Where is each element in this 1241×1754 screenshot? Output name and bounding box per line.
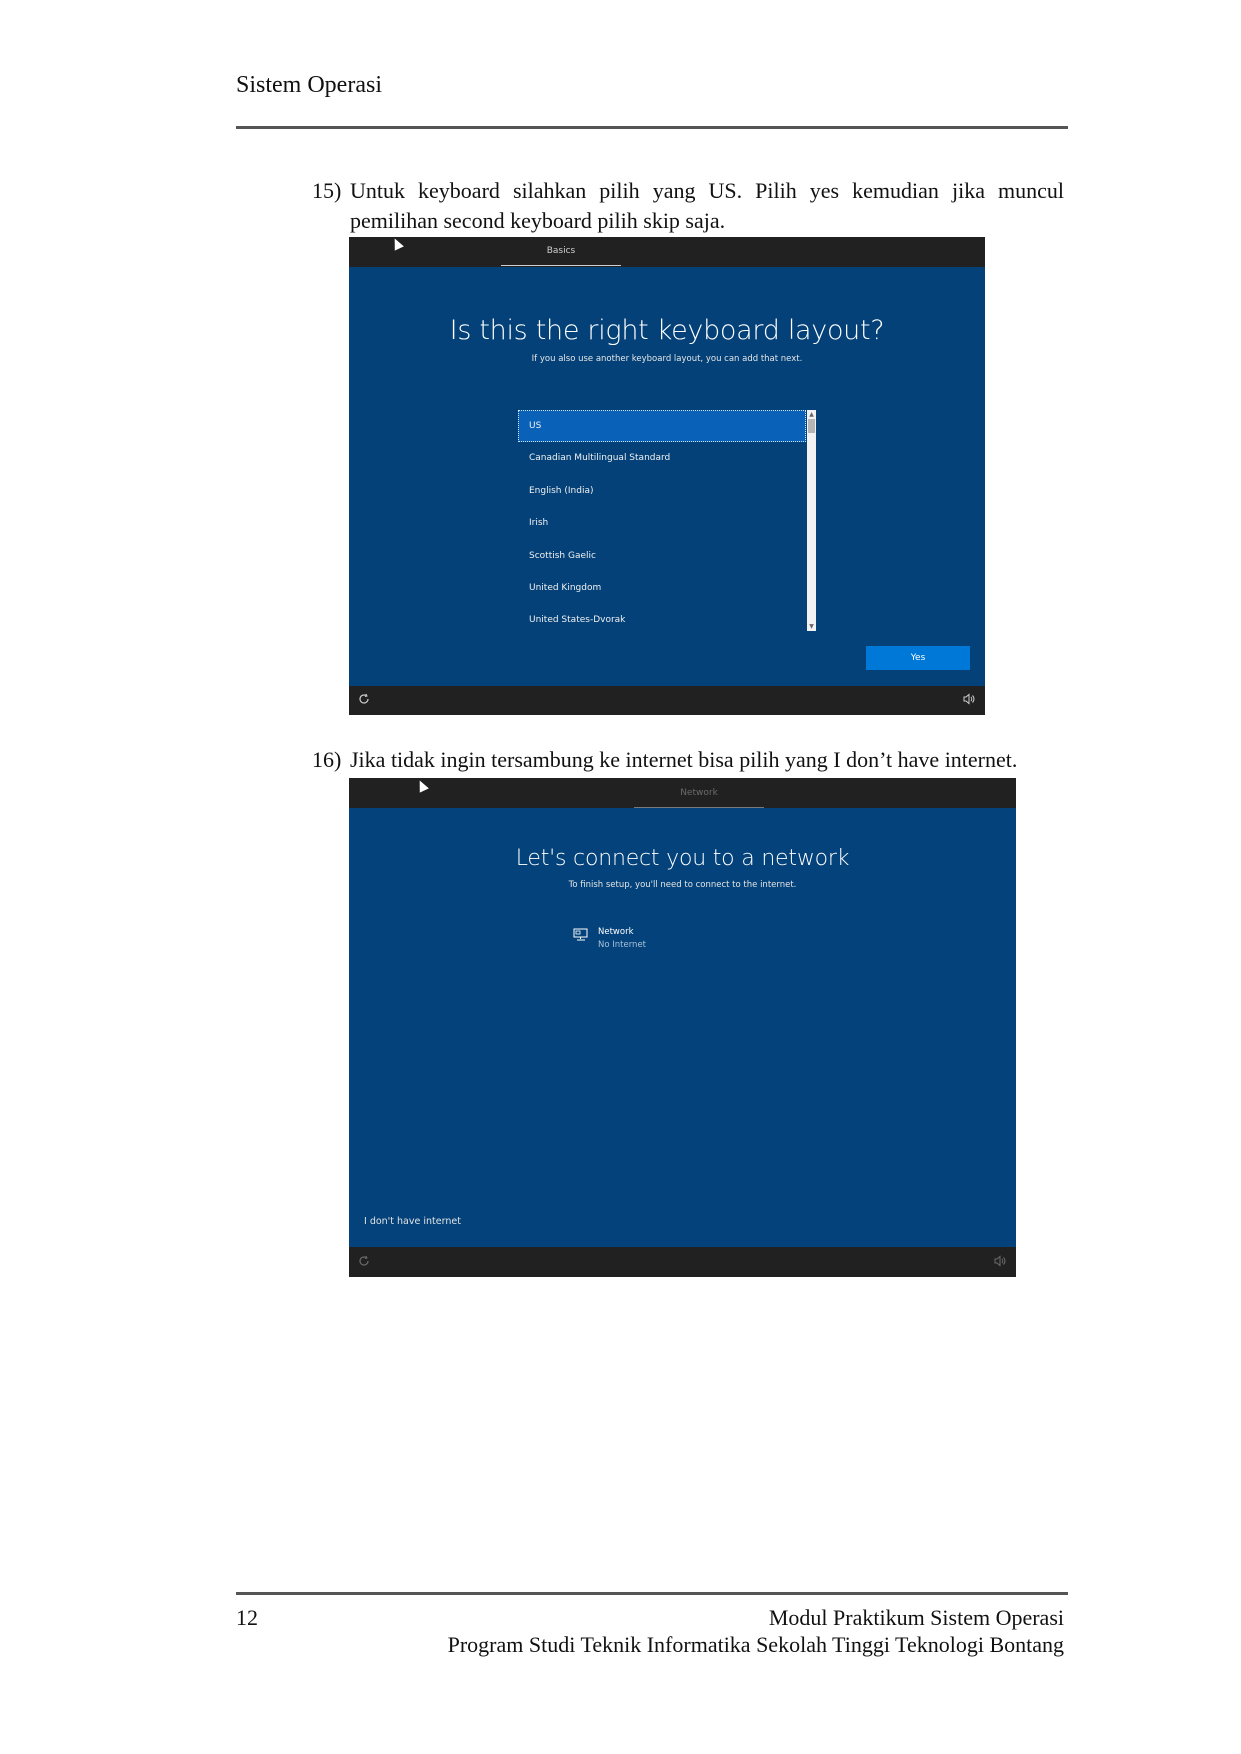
layout-option[interactable]: English (India) [518,475,806,507]
top-bar: Basics [349,237,985,267]
tab-underline [501,265,621,266]
tab-basics: Basics [546,246,576,256]
page-number: 12 [236,1605,258,1630]
step-text: Untuk keyboard silahkan pilih yang US. P… [350,178,1064,233]
scroll-up-icon[interactable]: ▲ [807,410,816,419]
network-screenshot: Network Let's connect you to a network T… [349,778,1016,1277]
step-text: Jika tidak ingin tersambung ke internet … [350,747,1018,772]
page-header-title: Sistem Operasi [236,72,382,98]
keyboard-layout-screenshot: Basics Is this the right keyboard layout… [349,237,985,715]
accessibility-icon[interactable] [358,1255,370,1270]
page-subheading: If you also use another keyboard layout,… [531,354,803,364]
layout-option-us[interactable]: US [518,410,806,443]
footer-divider [236,1592,1068,1595]
accessibility-icon[interactable] [358,693,370,708]
layout-option[interactable]: United States-Dvorak [518,604,806,636]
ethernet-icon [573,928,588,941]
keyboard-layout-list[interactable]: US Canadian Multilingual Standard Englis… [518,410,806,631]
page-subheading: To finish setup, you'll need to connect … [568,880,797,890]
layout-option[interactable]: Irish [518,507,806,539]
footer-institution: Program Studi Teknik Informatika Sekolah… [447,1632,1064,1657]
step-16: 16) Jika tidak ingin tersambung ke inter… [312,745,1064,775]
header-divider [236,126,1068,129]
network-name[interactable]: Network [598,927,634,937]
no-internet-link[interactable]: I don't have internet [364,1216,461,1227]
page-heading: Let's connect you to a network [515,846,850,871]
bottom-bar [349,1247,1016,1277]
layout-option[interactable]: United Kingdom [518,572,806,604]
step-number: 16) [312,747,342,772]
scroll-down-icon[interactable]: ▼ [807,622,816,631]
scroll-thumb[interactable] [808,419,815,433]
page-heading: Is this the right keyboard layout? [449,315,885,346]
mouse-cursor-icon [415,778,429,793]
footer-module-title: Modul Praktikum Sistem Operasi [768,1605,1064,1630]
volume-icon[interactable] [994,1255,1006,1270]
volume-icon[interactable] [963,693,975,708]
network-status: No Internet [598,940,647,950]
tab-network: Network [680,788,718,798]
list-scrollbar[interactable]: ▲ ▼ [807,410,816,631]
top-bar: Network [349,778,1016,808]
mouse-cursor-icon [390,237,404,251]
step-15: 15) Untuk keyboard silahkan pilih yang U… [312,176,1064,236]
tab-underline [634,807,764,808]
bottom-bar [349,686,985,715]
layout-option[interactable]: Canadian Multilingual Standard [518,442,806,474]
yes-button[interactable]: Yes [866,646,970,670]
layout-option[interactable]: Scottish Gaelic [518,540,806,572]
step-number: 15) [312,178,342,203]
